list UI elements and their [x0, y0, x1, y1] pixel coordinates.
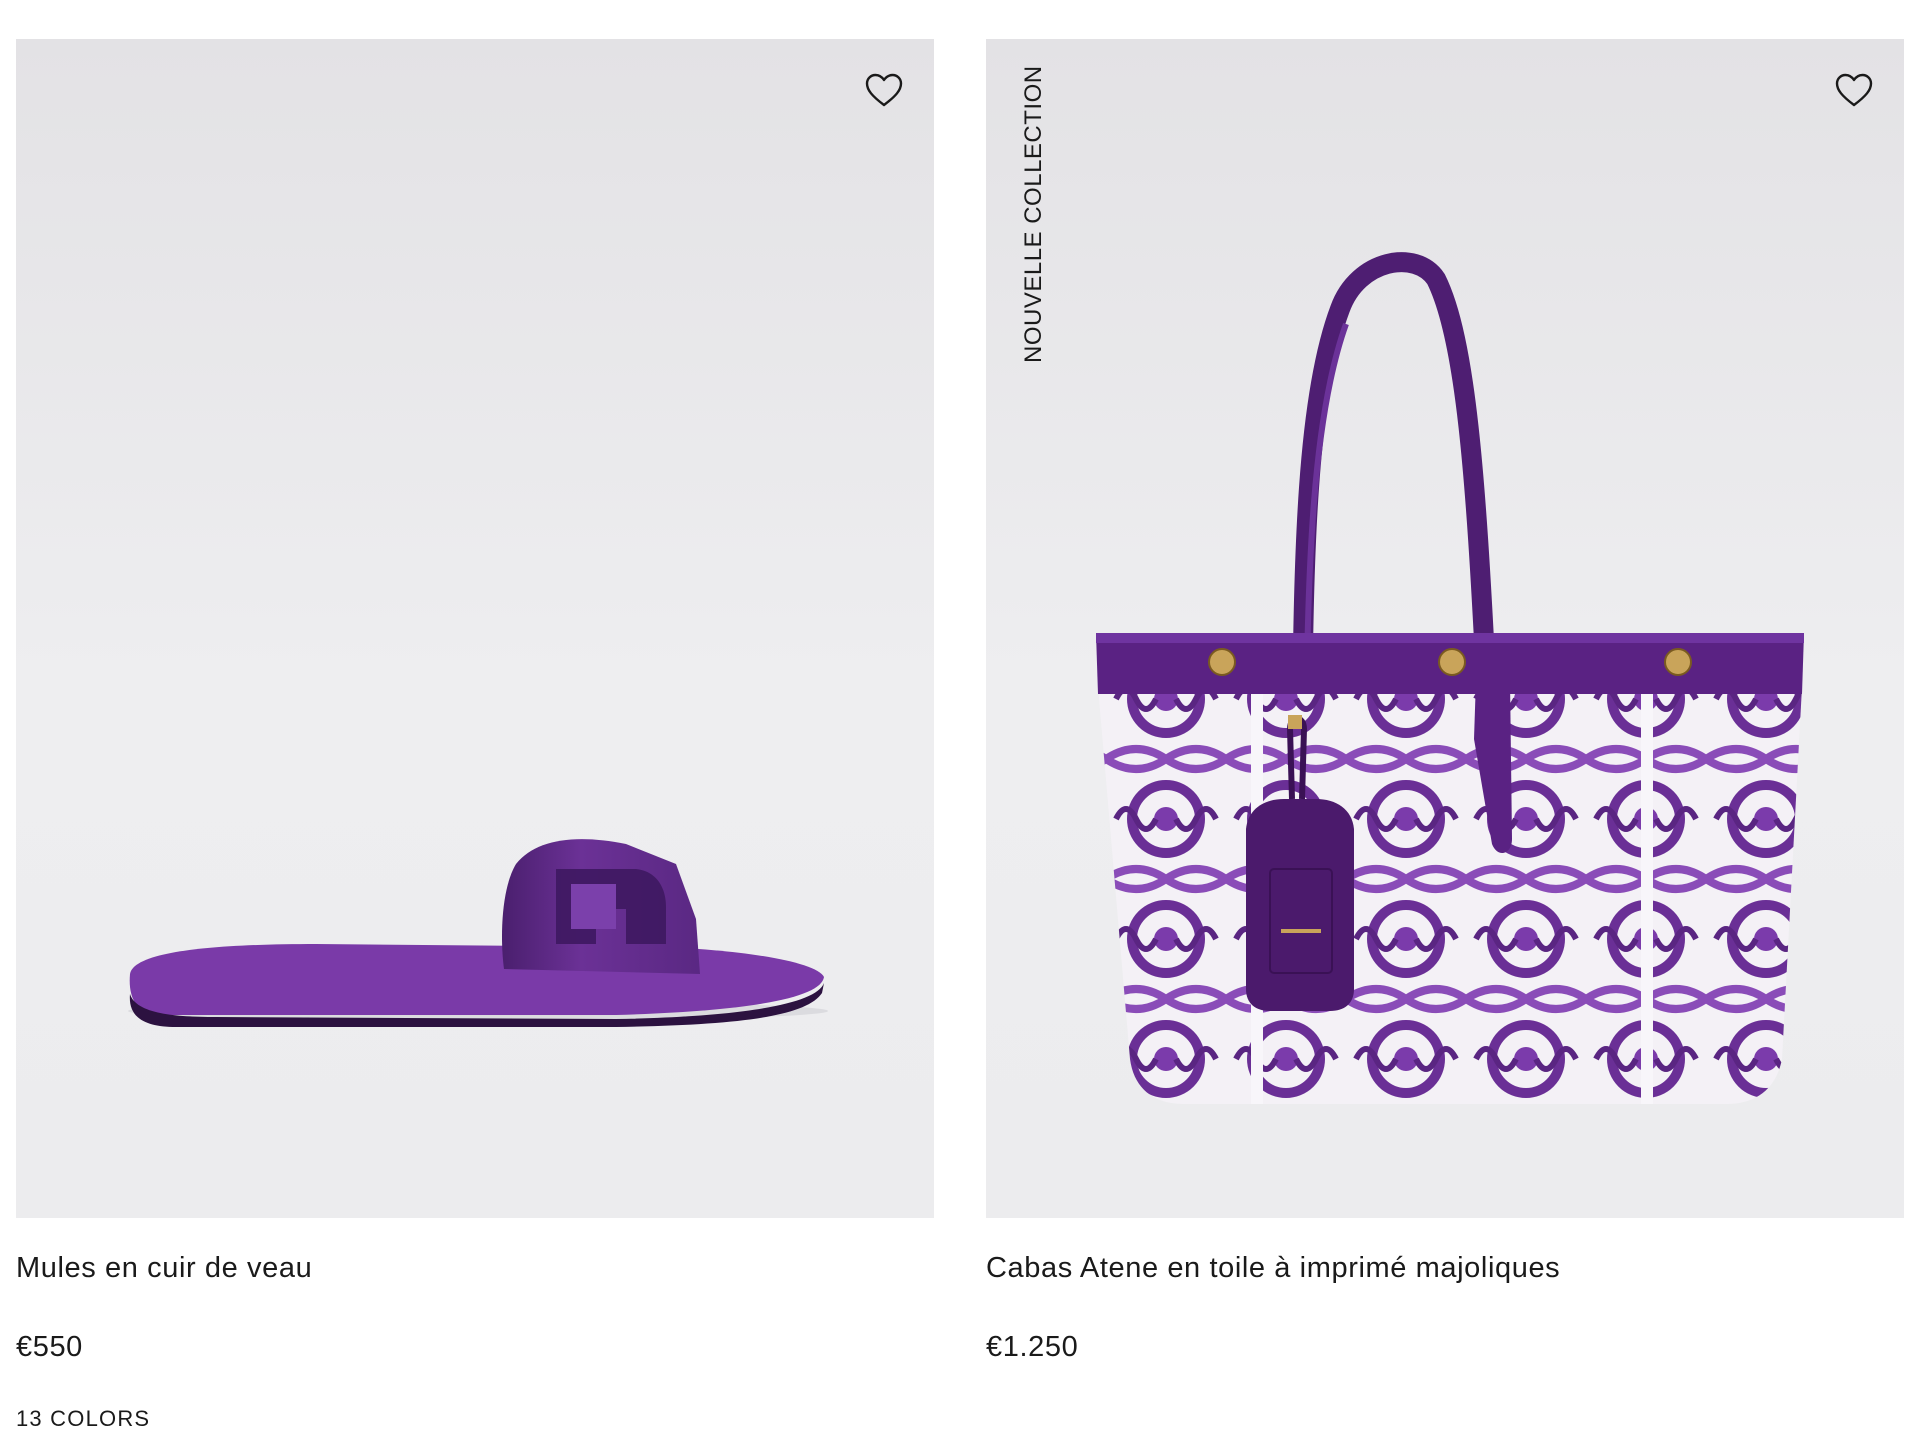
heart-outline-icon	[865, 73, 903, 107]
new-collection-badge: NOUVELLE COLLECTION	[1020, 65, 1048, 363]
product-image[interactable]	[16, 39, 934, 1218]
product-image[interactable]: NOUVELLE COLLECTION	[986, 39, 1904, 1218]
product-colors-count[interactable]: 13 COLORS	[16, 1406, 150, 1432]
product-name[interactable]: Mules en cuir de veau	[16, 1252, 312, 1285]
product-card[interactable]: Mules en cuir de veau €550 13 COLORS	[16, 0, 934, 1431]
tote-bag-image	[1096, 252, 1804, 1104]
product-name[interactable]: Cabas Atene en toile à imprimé majolique…	[986, 1252, 1560, 1285]
product-card[interactable]: NOUVELLE COLLECTION Cabas Atene en toile…	[986, 0, 1904, 1418]
product-price: €550	[16, 1331, 83, 1363]
heart-outline-icon	[1835, 73, 1873, 107]
badge-label: NOUVELLE COLLECTION	[1020, 65, 1047, 363]
product-price: €1.250	[986, 1331, 1079, 1363]
wishlist-button[interactable]	[862, 69, 906, 113]
wishlist-button[interactable]	[1832, 69, 1876, 113]
mule-sandal-image	[128, 839, 828, 1027]
